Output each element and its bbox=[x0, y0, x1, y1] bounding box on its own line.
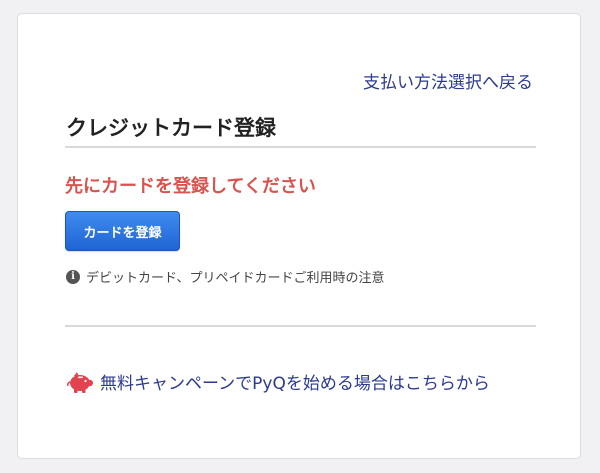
free-campaign-link[interactable]: 無料キャンペーンでPyQを始める場合はこちらから bbox=[66, 369, 490, 394]
info-icon: i bbox=[66, 269, 80, 284]
section-divider bbox=[65, 325, 536, 327]
debit-prepaid-notice-link[interactable]: i デビットカード、プリペイドカードご利用時の注意 bbox=[66, 267, 384, 286]
title-divider bbox=[65, 146, 536, 148]
campaign-label: 無料キャンペーンでPyQを始める場合はこちらから bbox=[100, 374, 490, 394]
payment-card-panel: 支払い方法選択へ戻る クレジットカード登録 先にカードを登録してください カード… bbox=[17, 13, 581, 459]
notice-label: デビットカード、プリペイドカードご利用時の注意 bbox=[86, 271, 385, 286]
piggy-bank-icon bbox=[67, 371, 93, 393]
section-title: クレジットカード登録 bbox=[66, 116, 276, 140]
register-card-button[interactable]: カードを登録 bbox=[65, 211, 180, 251]
back-to-payment-method-link[interactable]: 支払い方法選択へ戻る bbox=[363, 68, 533, 93]
register-card-alert: 先にカードを登録してください bbox=[65, 176, 316, 197]
